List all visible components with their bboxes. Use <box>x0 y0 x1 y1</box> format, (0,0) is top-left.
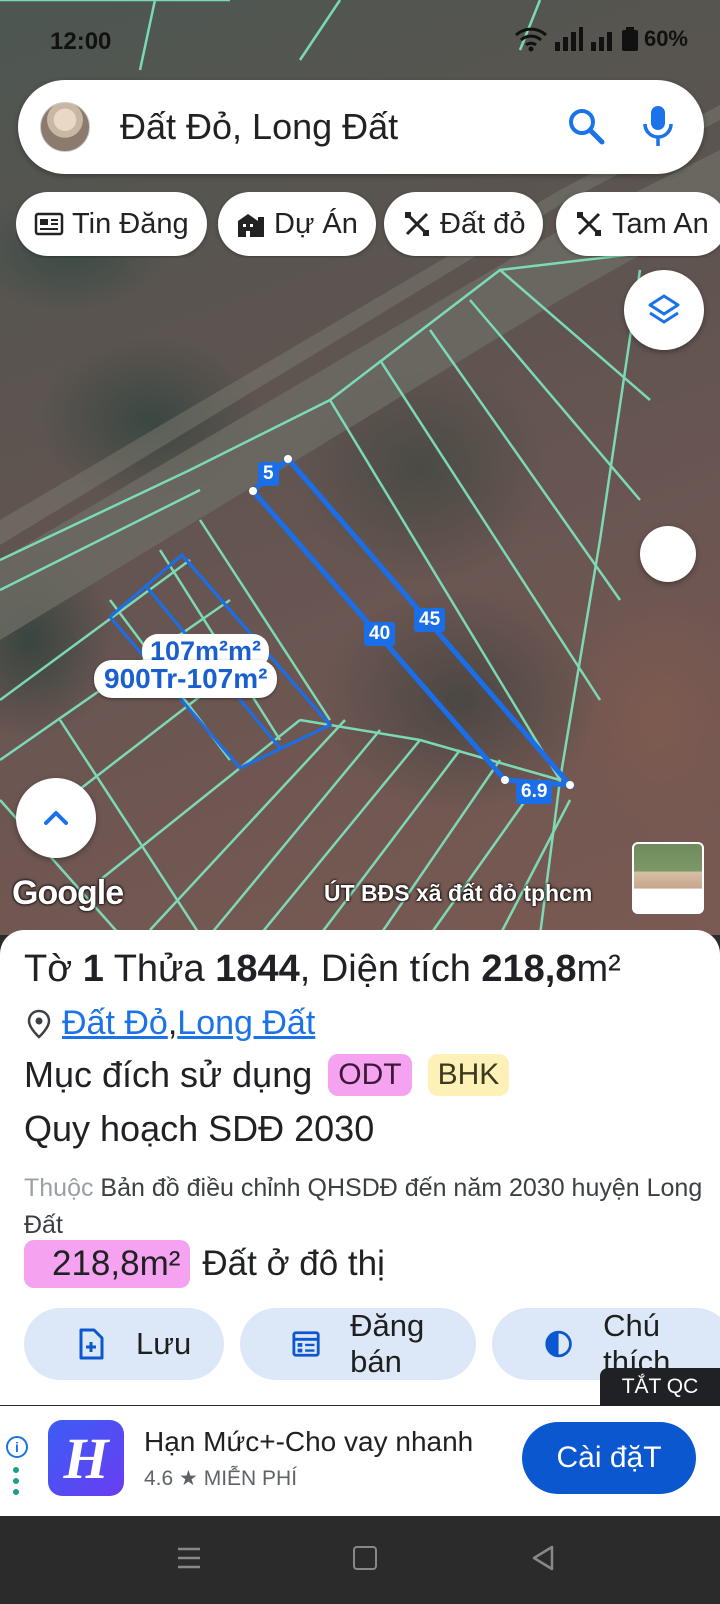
parcel-sheet: Tờ 1 Thửa 1844, Diện tích 218,8m² Đất Đỏ… <box>0 930 720 1405</box>
plan-desc-text: Bản đồ điều chỉnh QHSDĐ đến năm 2030 huy… <box>24 1174 703 1239</box>
save-button[interactable]: Lưu <box>24 1308 224 1380</box>
area-value: 218,8 <box>481 948 577 990</box>
more-vert-icon[interactable] <box>12 1466 20 1496</box>
star-icon: ★ <box>179 1467 204 1490</box>
zoning-area-row: 218,8m² Đất ở đô thị <box>24 1240 385 1288</box>
ad-price: MIỄN PHÍ <box>203 1467 298 1490</box>
parcel-number: 1844 <box>215 948 300 990</box>
location-pin-icon <box>27 1009 51 1039</box>
chip-label: Tam An <box>612 207 709 240</box>
map-credit: ÚT BĐS xã đất đỏ tphcm <box>324 880 593 906</box>
calendar-list-icon <box>292 1331 320 1357</box>
search-icon[interactable] <box>566 106 606 146</box>
badge-odt: ODT <box>328 1054 412 1096</box>
area-unit: m² <box>576 948 621 990</box>
search-input[interactable]: Đất Đỏ, Long Đất <box>120 106 398 148</box>
half-circle-icon <box>545 1330 572 1358</box>
ruler-pencil-icon <box>405 212 429 236</box>
mic-icon[interactable] <box>638 104 678 148</box>
back-icon[interactable] <box>530 1544 556 1572</box>
land-use-purpose: Mục đích sử dụng ODT BHK <box>24 1054 510 1096</box>
chip-label: Dự Án <box>274 207 358 240</box>
ad-banner[interactable]: i H Hạn Mức+-Cho vay nhanh 4.6 ★ MIỄN PH… <box>0 1406 720 1516</box>
zoning-area-type: Đất ở đô thị <box>202 1244 385 1283</box>
chip-label: Đất đỏ <box>440 207 526 240</box>
purpose-label: Mục đích sử dụng <box>24 1054 313 1095</box>
ad-app-icon[interactable]: H <box>48 1420 124 1496</box>
signal-icon <box>554 27 583 51</box>
edge-label-left: 40 <box>364 622 396 646</box>
building-icon <box>238 214 264 237</box>
location-region-link[interactable]: Long Đất <box>177 1004 315 1043</box>
home-icon[interactable] <box>353 1546 377 1570</box>
post-for-sale-button[interactable]: Đăng bán <box>240 1308 476 1380</box>
ad-title[interactable]: Hạn Mức+-Cho vay nhanh <box>144 1426 473 1458</box>
post-for-sale-label: Đăng bán <box>350 1308 425 1379</box>
chip-du-an[interactable]: Dự Án <box>218 192 376 256</box>
creator-avatar[interactable] <box>632 842 704 914</box>
chip-tin-dang[interactable]: Tin Đăng <box>16 192 207 256</box>
highlighted-parcel[interactable] <box>249 455 576 788</box>
chip-label: Tin Đăng <box>72 207 189 240</box>
layers-icon <box>648 294 680 324</box>
plan-title: Quy hoạch SDĐ 2030 <box>24 1108 375 1149</box>
edge-label-right: 45 <box>414 608 446 632</box>
location-button[interactable] <box>640 526 696 582</box>
filter-chips: Tin Đăng Dự Án Đất đỏ Tam An <box>16 192 720 258</box>
app-root: 5 45 40 6.9 107m²m² 900Tr-107m² Google Ú… <box>0 0 720 1604</box>
location-separator: , <box>167 1004 178 1042</box>
recent-apps-icon[interactable] <box>176 1546 202 1570</box>
chip-tam-an[interactable]: Tam An <box>556 192 720 256</box>
status-time: 12:00 <box>50 28 112 55</box>
zoning-area-badge: 218,8m² <box>24 1240 191 1288</box>
ad-install-button[interactable]: Cài đặT <box>522 1422 696 1494</box>
chip-dat-do[interactable]: Đất đỏ <box>384 192 544 256</box>
newspaper-icon <box>34 212 64 236</box>
parcel-location: Đất Đỏ, Long Đất <box>26 1004 315 1043</box>
layers-button[interactable] <box>624 270 704 350</box>
title-prefix: Tờ <box>24 948 83 990</box>
plan-desc-prefix: Thuộc <box>24 1174 94 1202</box>
parcel-title: Tờ 1 Thửa 1844, Diện tích 218,8m² <box>24 948 621 991</box>
expand-up-button[interactable] <box>16 778 96 858</box>
save-label: Lưu <box>136 1326 192 1361</box>
account-avatar[interactable] <box>40 102 90 152</box>
plan-description: Thuộc Bản đồ điều chỉnh QHSDĐ đến năm 20… <box>24 1170 704 1244</box>
title-area-label: , Diện tích <box>299 948 482 990</box>
sheet-number: 1 <box>82 948 104 990</box>
ad-rating-row: 4.6 ★ MIỄN PHÍ <box>144 1466 297 1491</box>
listing-label[interactable]: 900Tr-107m² <box>94 660 278 698</box>
status-icons: 60% <box>514 26 688 52</box>
title-mid: Thửa <box>103 948 216 990</box>
search-bar[interactable]: Đất Đỏ, Long Đất <box>18 80 704 174</box>
battery-percent: 60% <box>643 26 688 51</box>
ruler-pencil-icon <box>577 212 601 236</box>
status-bar: 12:00 60% <box>0 0 720 80</box>
file-add-icon <box>79 1328 104 1360</box>
location-district-link[interactable]: Đất Đỏ <box>62 1004 168 1043</box>
ads-off-button[interactable]: TẮT QC <box>600 1368 720 1406</box>
edge-label-top: 5 <box>258 462 279 486</box>
ad-info-icon[interactable]: i <box>6 1436 28 1458</box>
battery-icon <box>621 27 638 51</box>
chevron-up-icon <box>44 811 68 825</box>
badge-bhk: BHK <box>427 1054 510 1096</box>
signal-icon-2 <box>590 32 612 51</box>
system-nav-bar <box>0 1516 720 1604</box>
wifi-icon <box>514 27 547 52</box>
google-logo: Google <box>12 874 124 912</box>
edge-label-bottom: 6.9 <box>516 780 553 804</box>
ad-rating: 4.6 <box>144 1467 174 1490</box>
